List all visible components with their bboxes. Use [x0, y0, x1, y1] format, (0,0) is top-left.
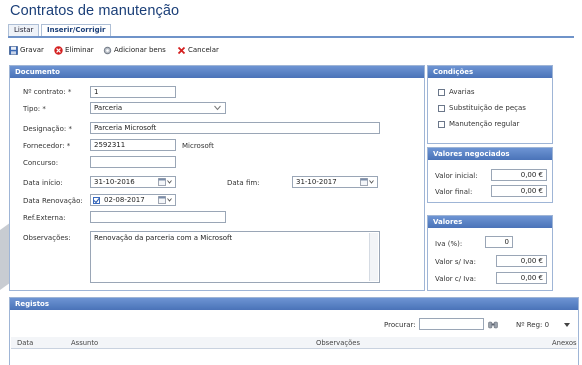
renewal-checkbox[interactable]: [93, 196, 100, 204]
registos-header: Registos: [10, 298, 578, 310]
calendar-icon[interactable]: [158, 196, 172, 204]
supplier-field[interactable]: 2592311: [90, 139, 176, 151]
tab-inserir-corrigir[interactable]: Inserir/Corrigir: [41, 24, 112, 36]
save-icon: [9, 45, 18, 55]
tab-listar[interactable]: Listar: [8, 24, 40, 36]
manutencao-checkbox[interactable]: [438, 121, 445, 128]
valores-panel: Valores Iva (%): 0 Valor s/ Iva: 0,00 € …: [427, 215, 553, 291]
col-observacoes[interactable]: Observações: [316, 339, 360, 347]
start-date-label: Data início:: [23, 179, 63, 187]
start-date-value: 31-10-2016: [94, 178, 135, 186]
notes-scrollbar[interactable]: [369, 233, 378, 281]
tender-field[interactable]: [90, 156, 176, 168]
iva-label: Iva (%):: [435, 240, 463, 248]
tender-label: Concurso:: [23, 159, 59, 167]
contract-no-field[interactable]: 1: [90, 86, 176, 98]
calendar-icon[interactable]: [360, 178, 374, 186]
end-date-field[interactable]: 31-10-2017: [292, 176, 378, 188]
external-ref-field[interactable]: [90, 211, 226, 223]
final-value-field[interactable]: 0,00 €: [491, 185, 547, 197]
col-anexos[interactable]: Anexos: [552, 339, 577, 347]
cancel-x-icon: [177, 46, 186, 54]
supplier-name: Microsoft: [182, 142, 214, 150]
substituicao-label: Substituição de peças: [449, 104, 526, 112]
grid-header: Data Assunto Observações Anexos: [11, 337, 577, 349]
notes-value: Renovação da parceria com a Microsoft: [94, 234, 233, 242]
valores-negociados-header: Valores negociados: [428, 148, 552, 160]
save-button[interactable]: Gravar: [9, 44, 44, 56]
designation-label: Designação: *: [23, 125, 72, 133]
delete-button[interactable]: Eliminar: [54, 44, 94, 56]
add-assets-button[interactable]: Adicionar bens: [103, 44, 166, 56]
external-ref-label: Ref.Externa:: [23, 214, 66, 222]
documento-panel: Documento Nº contrato: * 1 Tipo: * Parce…: [9, 65, 425, 291]
col-data[interactable]: Data: [17, 339, 33, 347]
renewal-date-label: Data Renovação:: [23, 197, 83, 205]
notes-textarea[interactable]: Renovação da parceria com a Microsoft: [90, 231, 380, 283]
value-with-iva-field[interactable]: 0,00 €: [496, 272, 547, 284]
col-assunto[interactable]: Assunto: [71, 339, 98, 347]
calendar-icon[interactable]: [158, 178, 172, 186]
add-assets-label: Adicionar bens: [114, 46, 166, 54]
type-select[interactable]: Parceria: [90, 102, 226, 114]
notes-label: Observações:: [23, 234, 71, 242]
start-date-field[interactable]: 31-10-2016: [90, 176, 176, 188]
type-label: Tipo: *: [23, 105, 46, 113]
iva-field[interactable]: 0: [485, 236, 513, 248]
checkmark-icon: [93, 197, 100, 203]
designation-field[interactable]: Parceria Microsoft: [90, 122, 380, 134]
contract-no-label: Nº contrato: *: [23, 88, 72, 96]
binoculars-icon[interactable]: [488, 320, 498, 329]
end-date-value: 31-10-2017: [296, 178, 337, 186]
documento-header: Documento: [10, 66, 424, 78]
delete-icon: [54, 45, 63, 55]
value-no-iva-field[interactable]: 0,00 €: [496, 255, 547, 267]
end-date-label: Data fim:: [227, 179, 260, 187]
condicoes-header: Condições: [428, 66, 552, 78]
initial-value-field[interactable]: 0,00 €: [491, 169, 547, 181]
substituicao-checkbox[interactable]: [438, 105, 445, 112]
avarias-label: Avarias: [449, 88, 475, 96]
avarias-checkbox[interactable]: [438, 89, 445, 96]
dropdown-arrow-icon[interactable]: [564, 323, 570, 327]
condicoes-panel: Condições Avarias Substituição de peças …: [427, 65, 553, 144]
search-input[interactable]: [419, 318, 484, 330]
renewal-date-value: 02-08-2017: [104, 196, 145, 204]
record-count: Nº Reg: 0: [516, 321, 550, 329]
value-no-iva-label: Valor s/ Iva:: [435, 258, 476, 266]
cancel-button[interactable]: Cancelar: [177, 44, 219, 56]
tab-underline: [8, 36, 574, 38]
initial-value-label: Valor inicial:: [435, 172, 478, 180]
type-value: Parceria: [94, 104, 123, 112]
renewal-date-field[interactable]: 02-08-2017: [90, 194, 176, 206]
valores-header: Valores: [428, 216, 552, 228]
page-title: Contratos de manutenção: [10, 3, 180, 19]
final-value-label: Valor final:: [435, 188, 473, 196]
valores-negociados-panel: Valores negociados Valor inicial: 0,00 €…: [427, 147, 553, 203]
chevron-down-icon: [214, 105, 221, 111]
search-label: Procurar:: [384, 321, 416, 329]
value-with-iva-label: Valor c/ Iva:: [435, 275, 477, 283]
supplier-label: Fornecedor: *: [23, 142, 71, 150]
save-label: Gravar: [20, 46, 44, 54]
cancel-label: Cancelar: [188, 46, 219, 54]
registos-panel: Registos Procurar: Nº Reg: 0 Data Assunt…: [9, 297, 579, 365]
gear-icon: [103, 46, 112, 54]
delete-label: Eliminar: [65, 46, 94, 54]
manutencao-label: Manutenção regular: [449, 120, 520, 128]
